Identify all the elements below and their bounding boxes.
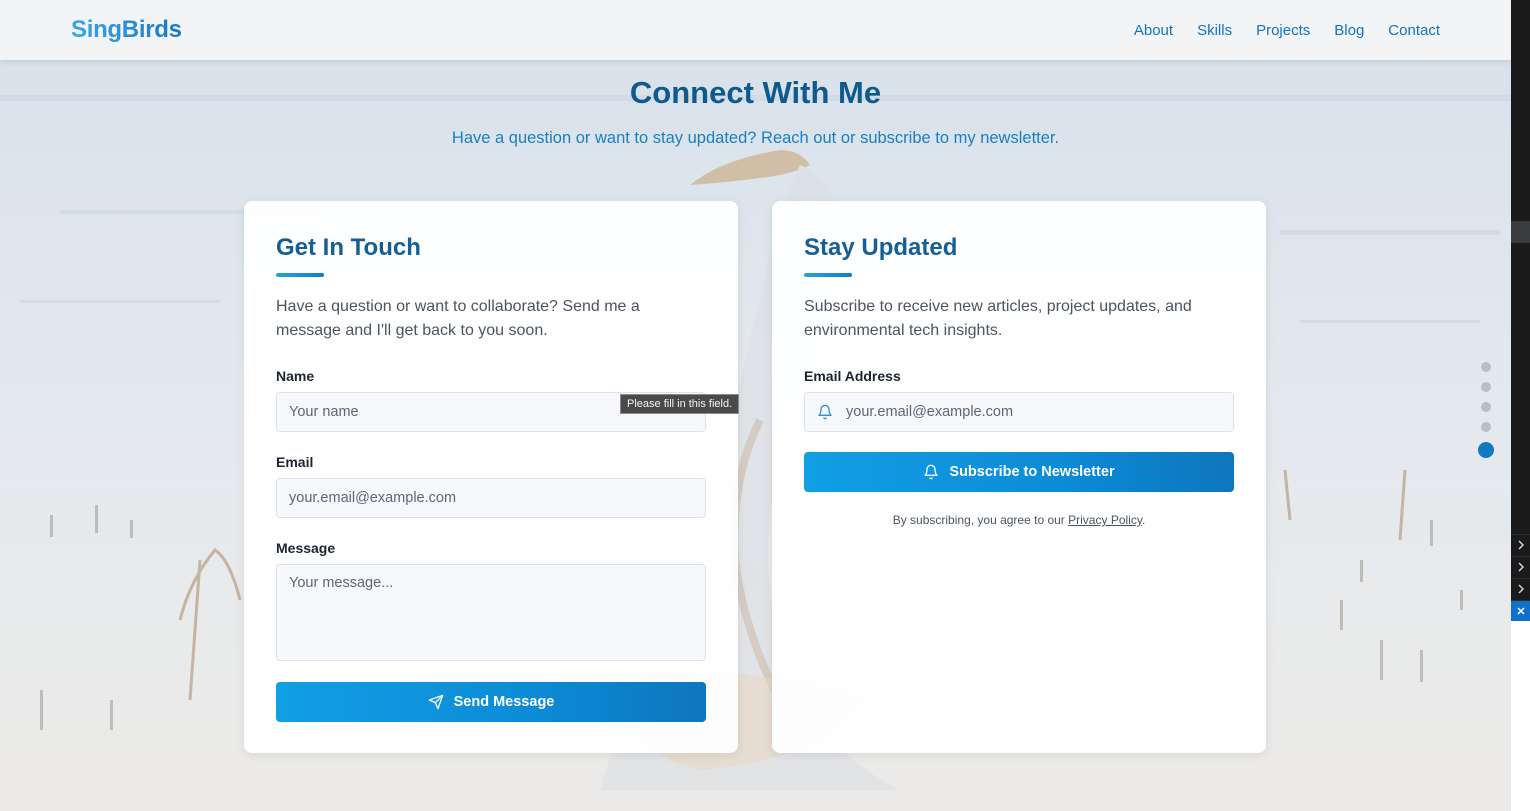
message-placeholder: Your message... [289,575,394,591]
section-dot-2[interactable] [1481,382,1491,392]
expand-panel-button[interactable] [1511,534,1530,555]
nav-link-projects[interactable]: Projects [1256,22,1310,39]
site-header: SingBirds About Skills Projects Blog Con… [0,0,1511,60]
privacy-notice: By subscribing, you agree to our Privacy… [804,513,1234,527]
name-placeholder: Your name [289,404,359,420]
newsletter-card: Stay Updated Subscribe to receive new ar… [772,201,1266,753]
contact-card-title: Get In Touch [276,234,421,261]
panel-blank-area [1511,621,1530,811]
panel-handle[interactable] [1511,221,1530,243]
newsletter-card-description: Subscribe to receive new articles, proje… [804,298,1192,339]
side-panel-strip [1511,0,1530,811]
title-underline [276,273,324,277]
message-label: Message [276,540,336,556]
section-title: Connect With Me [629,75,882,110]
newsletter-email-group: Email Address your.email@example.com [804,368,1234,432]
newsletter-email-label: Email Address [804,368,901,384]
newsletter-card-title: Stay Updated [804,234,958,261]
subscribe-button[interactable]: Subscribe to Newsletter [804,452,1234,492]
main-nav: About Skills Projects Blog Contact [1134,22,1440,39]
name-label: Name [276,368,315,384]
newsletter-email-input[interactable]: your.email@example.com [804,392,1234,432]
site-logo[interactable]: SingBirds [71,16,182,44]
expand-panel-button[interactable] [1511,556,1530,577]
nav-link-blog[interactable]: Blog [1334,22,1364,39]
validation-tooltip: Please fill in this field. [620,394,740,414]
email-placeholder: your.email@example.com [289,490,457,506]
nav-link-skills[interactable]: Skills [1197,22,1232,39]
heron-scene [0,0,1511,811]
send-message-label: Send Message [453,694,555,710]
nav-link-about[interactable]: About [1134,22,1173,39]
close-icon [1516,607,1525,615]
hero-background-image [0,0,1511,811]
close-panel-button[interactable] [1511,600,1530,621]
nav-link-contact[interactable]: Contact [1388,22,1440,39]
message-textarea[interactable]: Your message... [276,564,706,661]
chevron-right-icon [1517,584,1524,594]
title-underline [804,273,852,277]
bell-icon [924,464,939,480]
privacy-policy-link[interactable]: Privacy Policy [1068,513,1142,527]
contact-card-description: Have a question or want to collaborate? … [276,298,640,339]
email-input[interactable]: your.email@example.com [276,478,706,518]
paper-plane-icon [428,694,443,710]
expand-panel-button[interactable] [1511,578,1530,599]
contact-card: Get In Touch Have a question or want to … [244,201,738,753]
email-field-group: Email your.email@example.com [276,454,706,518]
email-label: Email [276,454,314,470]
section-dot-1[interactable] [1481,362,1491,372]
send-message-button[interactable]: Send Message [276,682,706,722]
message-field-group: Message Your message... [276,540,706,661]
privacy-prefix: By subscribing, you agree to our [892,513,1069,527]
section-subtitle: Have a question or want to stay updated?… [451,129,1060,147]
subscribe-label: Subscribe to Newsletter [949,464,1115,480]
privacy-suffix: . [1141,513,1146,527]
section-dot-5-active[interactable] [1478,442,1494,458]
bell-icon [818,404,832,420]
newsletter-email-placeholder: your.email@example.com [846,404,1014,420]
chevron-right-icon [1517,540,1524,550]
section-nav-dots [1478,362,1494,468]
section-dot-3[interactable] [1481,402,1491,412]
chevron-right-icon [1517,562,1524,572]
section-dot-4[interactable] [1481,422,1491,432]
